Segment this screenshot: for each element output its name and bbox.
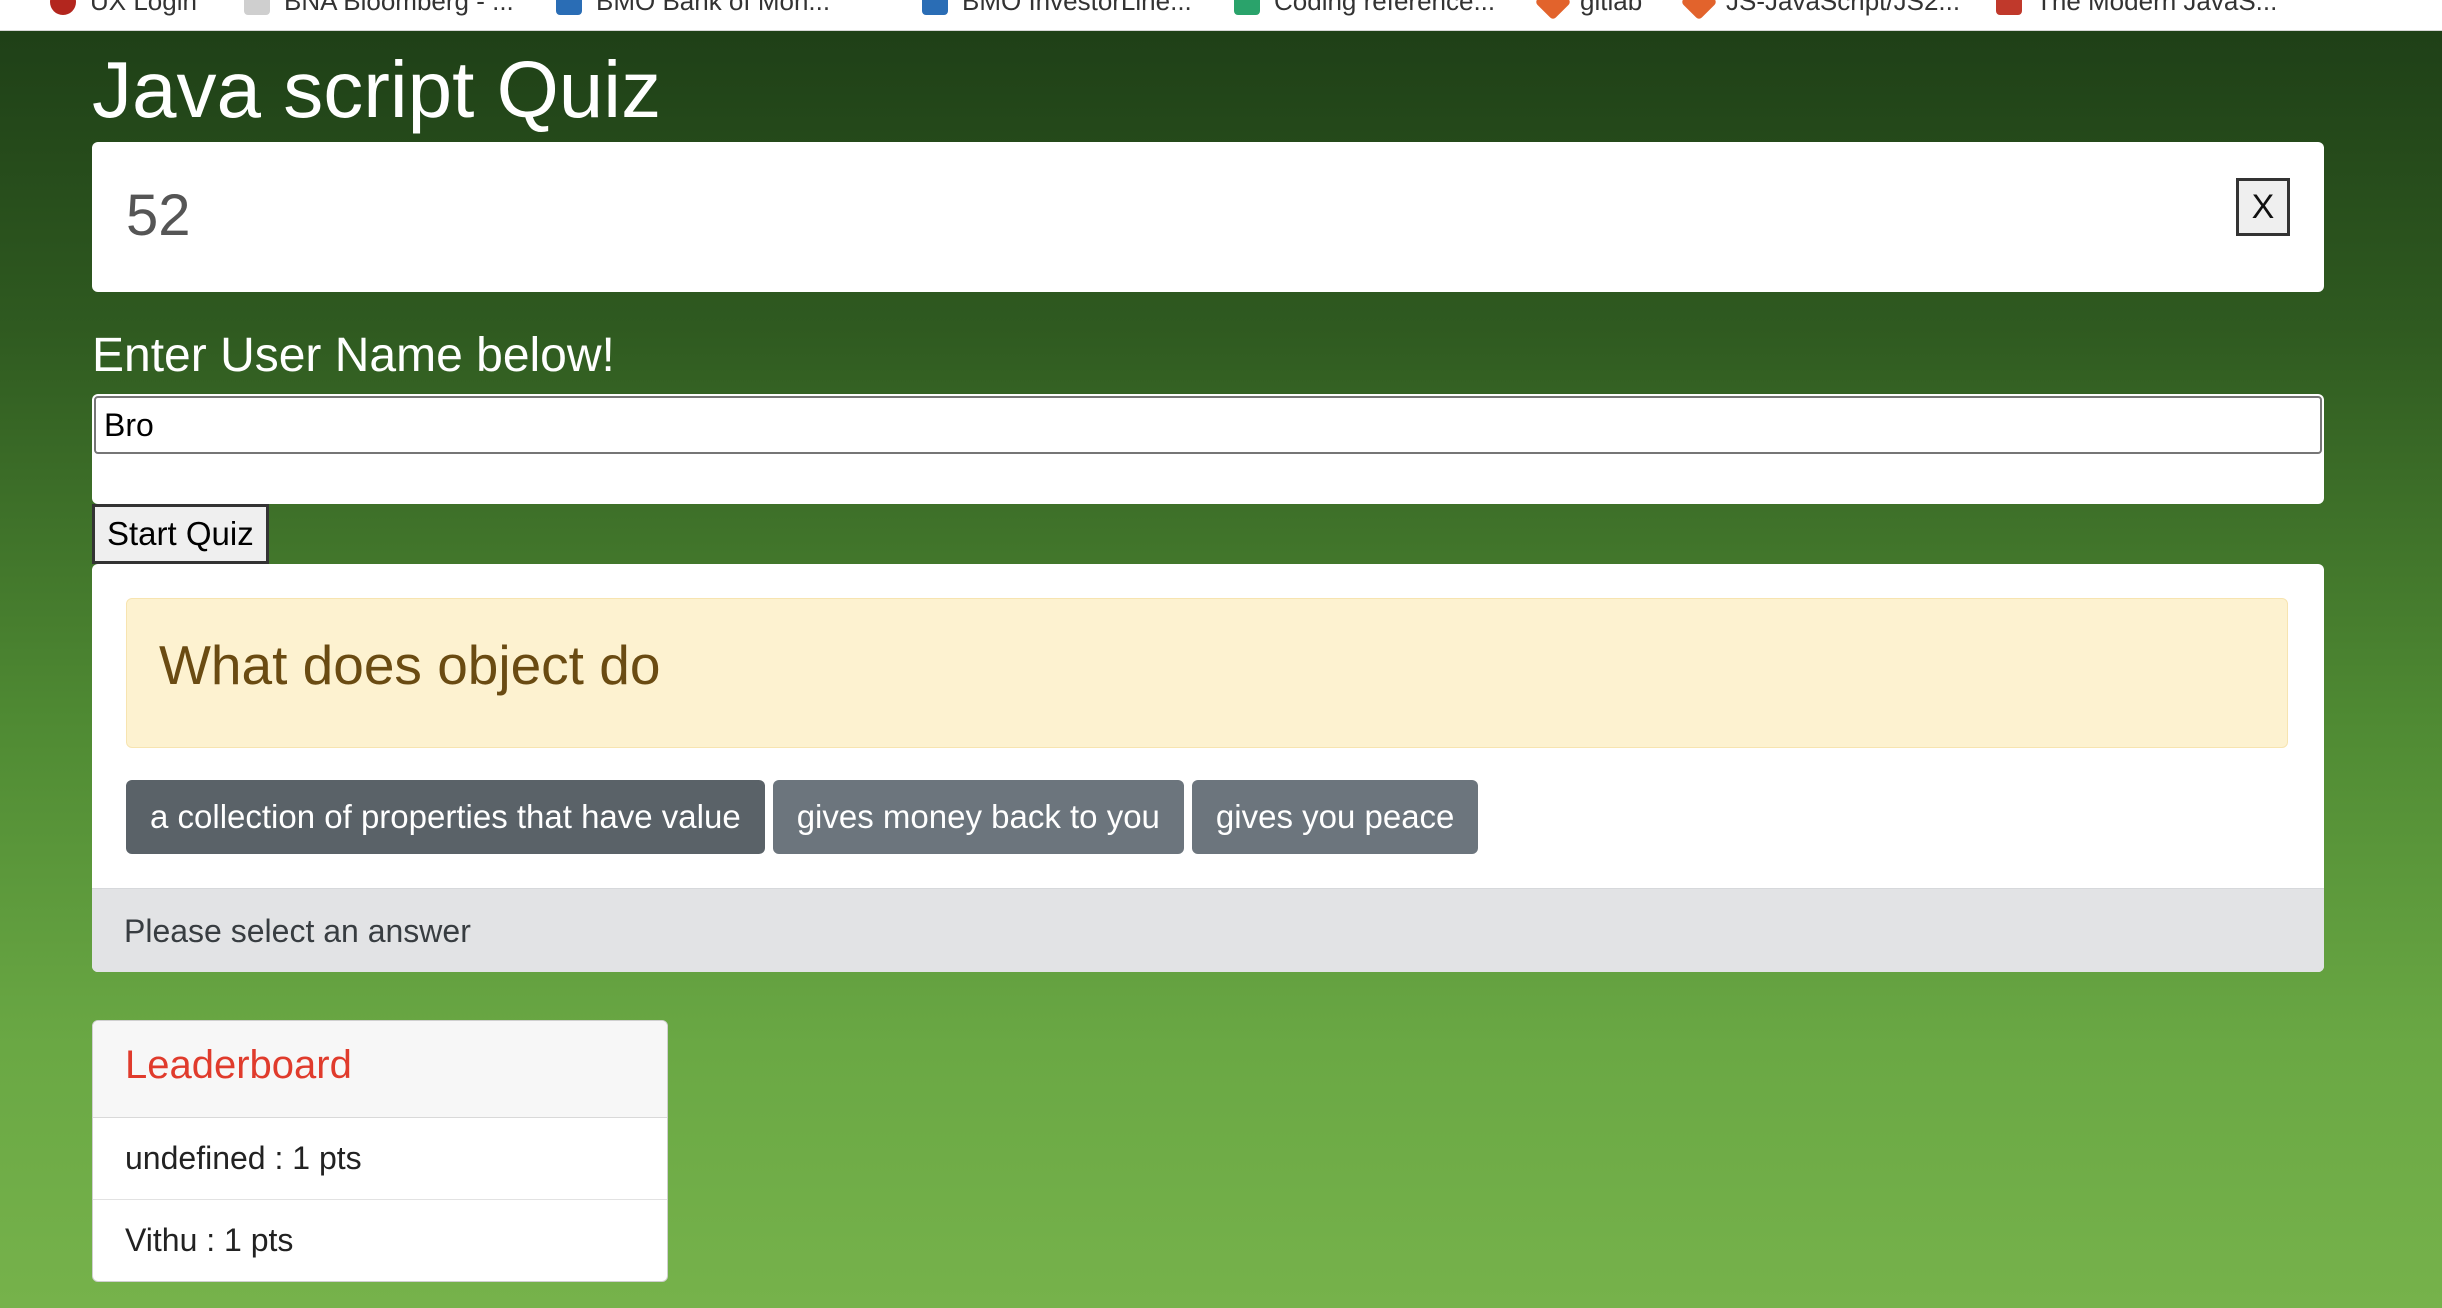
bookmark-label: UX Login <box>90 0 197 16</box>
user-name-input[interactable] <box>94 396 2322 454</box>
answer-button[interactable]: gives you peace <box>1191 780 1479 854</box>
page-title: Java script Quiz <box>92 45 662 134</box>
status-text: Please select an answer <box>124 913 471 949</box>
bookmark-label: BMO Bank of Mon... <box>596 0 831 16</box>
timer-value: 52 <box>126 183 191 248</box>
answer-list: a collection of properties that have val… <box>126 780 1479 854</box>
leaderboard-row: undefined : 1 pts <box>93 1118 667 1200</box>
gitlab-icon <box>1534 0 1572 20</box>
bookmark-label: BMO InvestorLine... <box>962 0 1192 16</box>
bank-icon <box>556 0 582 15</box>
bookmark-label: gitlab <box>1580 0 1643 16</box>
bookmark-bna-bloomberg[interactable]: BNA Bloomberg - ... <box>244 0 514 17</box>
bookmark-label: JS-JavaScript/JS2... <box>1726 0 1961 16</box>
leaderboard-entry: Vithu : 1 pts <box>125 1222 294 1258</box>
bookmark-label: BNA Bloomberg - ... <box>284 0 514 16</box>
question-box: What does object do <box>126 598 2288 748</box>
page-icon <box>244 0 270 15</box>
status-bar: Please select an answer <box>92 888 2324 972</box>
user-input-wrapper <box>92 394 2324 504</box>
bookmark-js-javascript[interactable]: JS-JavaScript/JS2... <box>1680 0 1961 20</box>
leaderboard-title: Leaderboard <box>125 1043 352 1087</box>
answer-button[interactable]: a collection of properties that have val… <box>126 780 765 854</box>
bookmark-label: The Modern JavaS... <box>2036 0 2278 16</box>
question-text: What does object do <box>159 634 661 696</box>
user-name-label: Enter User Name below! <box>92 329 615 382</box>
book-icon <box>1996 0 2022 15</box>
leaderboard: Leaderboard undefined : 1 pts Vithu : 1 … <box>92 1020 668 1282</box>
bookmark-label: Coding reference... <box>1274 0 1496 16</box>
leaderboard-row: Vithu : 1 pts <box>93 1200 667 1281</box>
bookmark-coding-reference[interactable]: Coding reference... <box>1234 0 1495 17</box>
bookmark-modern-javascript[interactable]: The Modern JavaS... <box>1996 0 2277 17</box>
bookmark-gitlab[interactable]: gitlab <box>1534 0 1643 20</box>
timer-card: 52 X <box>92 142 2324 292</box>
gitlab-icon <box>1680 0 1718 20</box>
bookmarks-bar: UX Login BNA Bloomberg - ... BMO Bank of… <box>0 0 2442 31</box>
answer-button[interactable]: gives money back to you <box>772 780 1184 854</box>
quiz-card: What does object do a collection of prop… <box>92 564 2324 972</box>
leaderboard-entry: undefined : 1 pts <box>125 1140 362 1176</box>
bookmark-ux-login[interactable]: UX Login <box>50 0 197 17</box>
bookmark-bmo-investorline[interactable]: BMO InvestorLine... <box>922 0 1192 17</box>
leaderboard-header: Leaderboard <box>93 1021 667 1118</box>
close-button[interactable]: X <box>2236 178 2290 236</box>
bookmark-bmo-bank[interactable]: BMO Bank of Mon... <box>556 0 830 17</box>
start-quiz-button[interactable]: Start Quiz <box>92 504 269 564</box>
code-icon <box>1234 0 1260 15</box>
quiz-container: Java script Quiz 52 X Enter User Name be… <box>92 30 2324 1282</box>
red-gear-icon <box>50 0 76 15</box>
bank-icon <box>922 0 948 15</box>
